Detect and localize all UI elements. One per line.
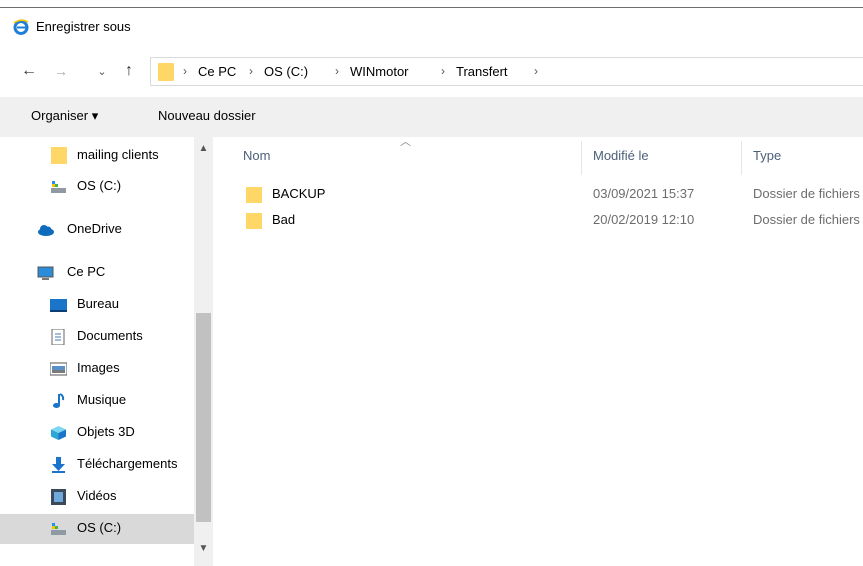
sidebar-item-images[interactable]: Images <box>0 354 194 384</box>
videos-icon <box>51 489 66 505</box>
file-list: Nom ︿ Modifié le Type BACKUP 03/09/2021 … <box>213 137 863 566</box>
scroll-up-icon[interactable]: ▲ <box>194 143 213 157</box>
music-icon <box>53 393 65 408</box>
column-header-name[interactable]: Nom <box>243 148 270 163</box>
internet-explorer-icon <box>13 19 29 35</box>
sidebar-item-label: Musique <box>77 392 127 407</box>
navigation-scrollbar[interactable]: ▲ ▼ <box>194 137 213 566</box>
file-name: BACKUP <box>272 186 326 201</box>
sidebar-item-label: Images <box>77 360 120 375</box>
column-divider[interactable] <box>741 141 742 175</box>
sidebar-item-label: OneDrive <box>67 221 122 236</box>
recent-locations-button[interactable]: ⌄ <box>93 62 111 80</box>
scroll-down-icon[interactable]: ▼ <box>194 543 213 557</box>
sidebar-item-musique[interactable]: Musique <box>0 386 194 416</box>
chevron-right-icon[interactable]: › <box>534 64 538 78</box>
downloads-icon <box>52 457 65 473</box>
sidebar-item-mailing-clients[interactable]: mailing clients <box>0 141 194 171</box>
sidebar-item-label: mailing clients <box>77 147 159 162</box>
chevron-right-icon: › <box>335 64 339 78</box>
scroll-thumb[interactable] <box>196 313 211 522</box>
sort-ascending-icon: ︿ <box>400 137 411 148</box>
sidebar-item-ce-pc[interactable]: Ce PC <box>0 258 194 288</box>
up-arrow-icon: ↑ <box>125 62 133 79</box>
computer-icon <box>37 266 54 280</box>
organize-button[interactable]: Organiser ▾ <box>31 108 98 124</box>
sidebar-item-os-c[interactable]: OS (C:) <box>0 172 194 202</box>
file-type: Dossier de fichiers <box>753 186 860 201</box>
sidebar-item-label: Téléchargements <box>77 456 178 471</box>
sidebar-item-onedrive[interactable]: OneDrive <box>0 215 194 245</box>
forward-button[interactable]: → <box>52 62 70 80</box>
address-row: ← → ⌄ ↑ › Ce PC › OS (C:) › WINmotor › T… <box>0 50 863 92</box>
command-bar: Organiser ▾ Nouveau dossier <box>0 97 863 137</box>
sidebar-item-label: Ce PC <box>67 264 106 279</box>
drive-icon <box>51 523 66 535</box>
sidebar-item-videos[interactable]: Vidéos <box>0 482 194 512</box>
forward-arrow-icon: → <box>54 63 68 79</box>
sidebar-item-telechargements[interactable]: Téléchargements <box>0 450 194 480</box>
file-modified: 20/02/2019 12:10 <box>593 212 695 227</box>
breadcrumb-ce-pc[interactable]: Ce PC <box>198 64 236 79</box>
3d-objects-icon <box>51 426 66 440</box>
folder-icon <box>246 187 262 203</box>
sidebar-item-objets-3d[interactable]: Objets 3D <box>0 418 194 448</box>
breadcrumb-transfert[interactable]: Transfert <box>456 64 508 79</box>
sidebar-item-label: Documents <box>77 328 143 343</box>
column-divider[interactable] <box>581 141 582 175</box>
folder-icon <box>158 63 174 81</box>
documents-icon <box>51 329 65 345</box>
breadcrumb-os-c[interactable]: OS (C:) <box>264 64 308 79</box>
sidebar-item-label: Objets 3D <box>77 424 135 439</box>
pictures-icon <box>50 362 67 376</box>
column-header-modified[interactable]: Modifié le <box>593 148 649 163</box>
address-bar[interactable]: › Ce PC › OS (C:) › WINmotor › Transfert… <box>150 57 863 86</box>
sidebar-item-label: OS (C:) <box>77 520 122 535</box>
window-title: Enregistrer sous <box>36 19 131 34</box>
up-button[interactable]: ↑ <box>120 62 138 80</box>
new-folder-button[interactable]: Nouveau dossier <box>158 108 256 123</box>
list-item[interactable]: BACKUP 03/09/2021 15:37 Dossier de fichi… <box>235 184 863 206</box>
folder-icon <box>246 213 262 229</box>
back-button[interactable]: ← <box>20 62 38 80</box>
chevron-right-icon: › <box>249 64 253 78</box>
sidebar-item-label: OS (C:) <box>77 178 122 193</box>
sidebar-item-label: Bureau <box>77 296 119 311</box>
breadcrumb-winmotor[interactable]: WINmotor <box>350 64 409 79</box>
chevron-right-icon: › <box>441 64 445 78</box>
sidebar-item-documents[interactable]: Documents <box>0 322 194 352</box>
sidebar-item-label: Vidéos <box>77 488 117 503</box>
chevron-right-icon: › <box>183 64 187 78</box>
cloud-icon <box>38 225 54 236</box>
drive-icon <box>51 181 66 193</box>
sidebar-item-os-c-selected[interactable]: OS (C:) <box>0 514 194 544</box>
title-bar: Enregistrer sous <box>0 8 863 46</box>
file-type: Dossier de fichiers <box>753 212 860 227</box>
file-modified: 03/09/2021 15:37 <box>593 186 695 201</box>
column-header-type[interactable]: Type <box>753 148 781 163</box>
folder-icon <box>51 147 67 164</box>
chevron-down-icon: ⌄ <box>97 65 107 78</box>
file-name: Bad <box>272 212 296 227</box>
list-item[interactable]: Bad 20/02/2019 12:10 Dossier de fichiers <box>235 210 863 232</box>
back-arrow-icon: ← <box>21 62 37 79</box>
sidebar-item-bureau[interactable]: Bureau <box>0 290 194 320</box>
navigation-pane: mailing clients OS (C:) OneDrive Ce PC B… <box>0 137 213 566</box>
desktop-icon <box>50 299 67 312</box>
